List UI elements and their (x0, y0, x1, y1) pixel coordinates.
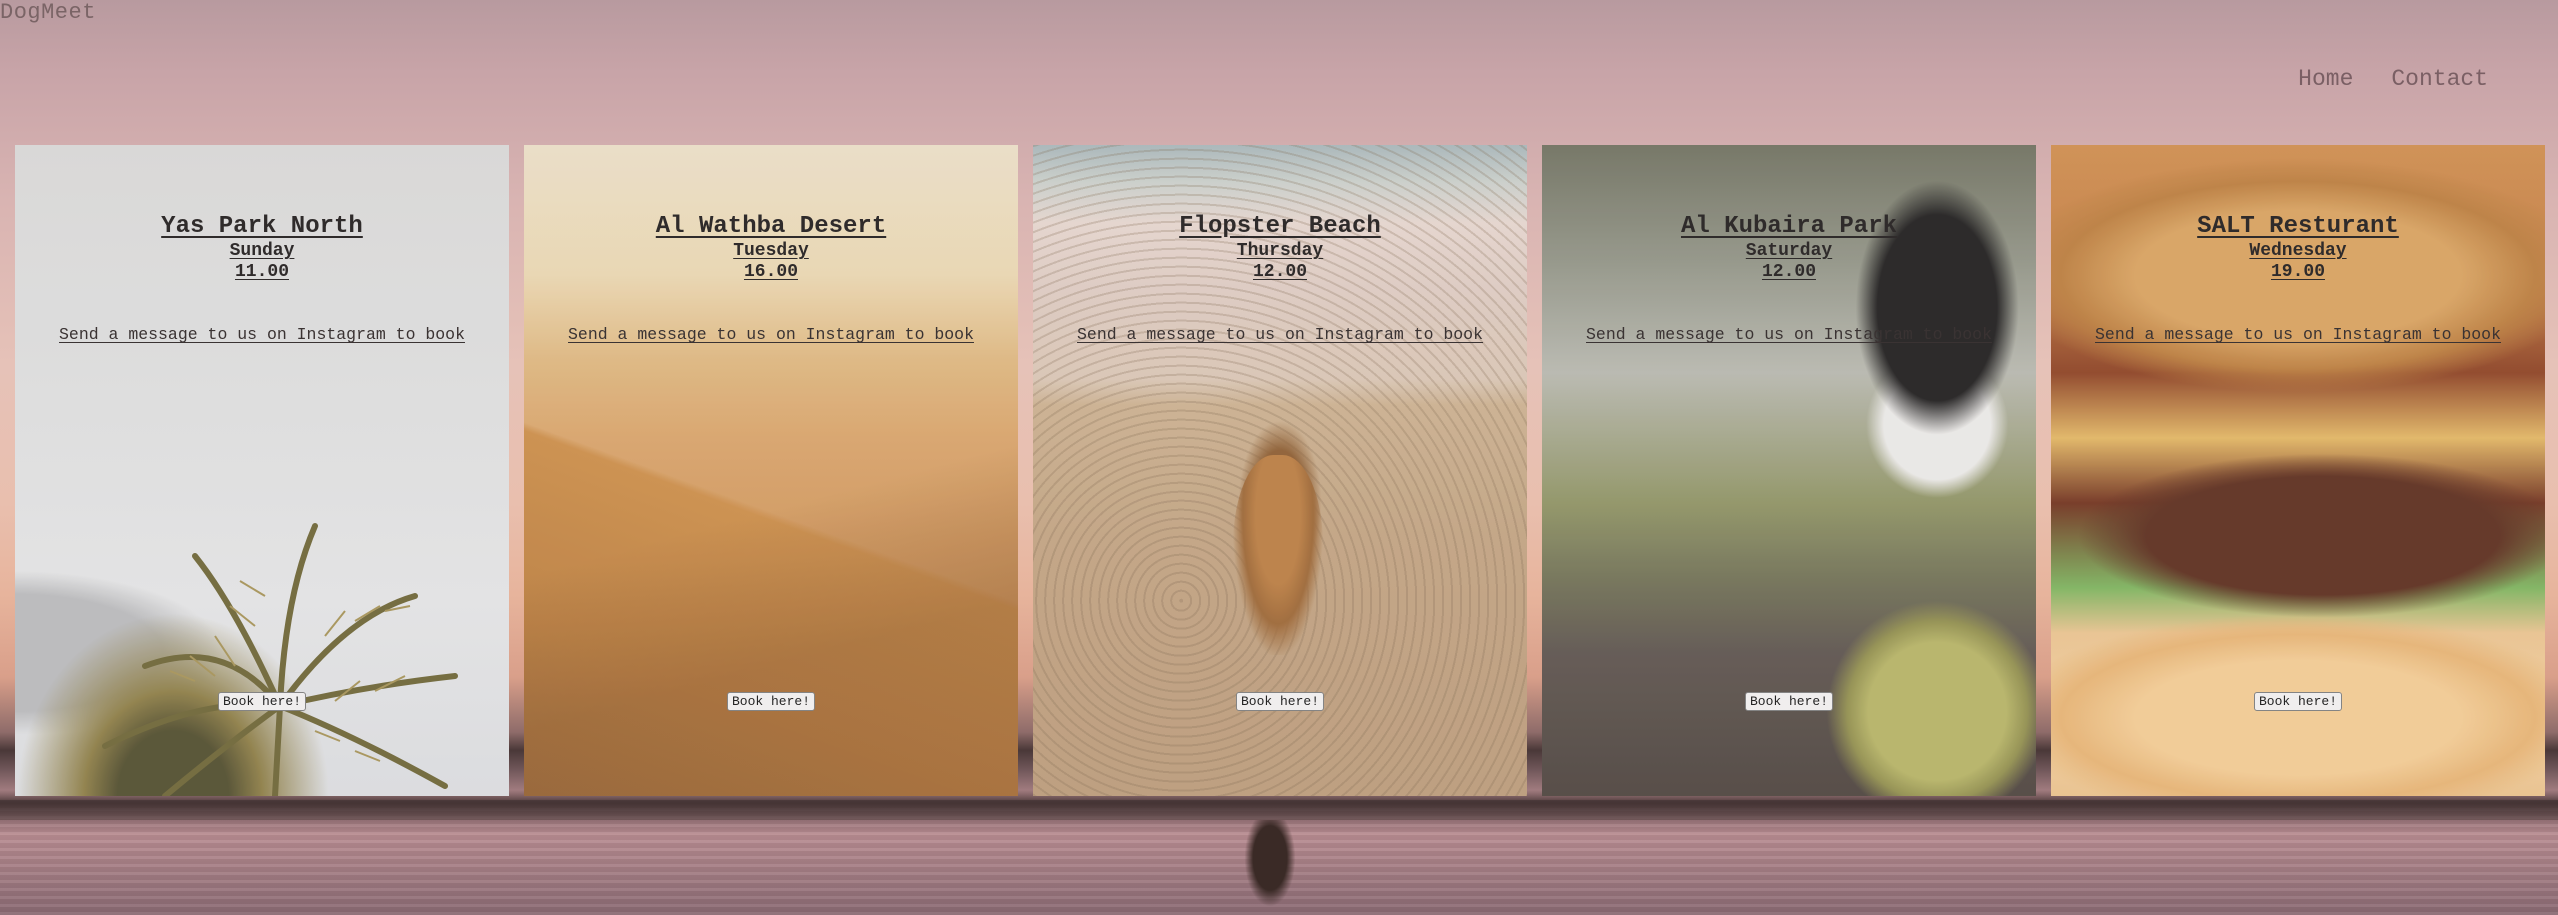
event-card-al-wathba-desert: Al Wathba Desert Tuesday 16.00 Send a me… (524, 145, 1018, 796)
card-title: SALT Resturant (2197, 213, 2399, 240)
palm-tree-icon (102, 523, 458, 796)
instagram-book-link[interactable]: Send a message to us on Instagram to boo… (1077, 325, 1483, 344)
card-day: Sunday (229, 241, 295, 261)
book-button[interactable]: Book here! (217, 692, 307, 711)
card-content: Flopster Beach Thursday 12.00 Send a mes… (1033, 145, 1527, 344)
card-day: Wednesday (2249, 241, 2347, 261)
event-card-yas-park-north: Yas Park North Sunday 11.00 Send a messa… (15, 145, 509, 796)
top-nav: Home Contact (2298, 66, 2488, 92)
card-day: Saturday (1745, 241, 1833, 261)
card-time: 12.00 (1761, 262, 1816, 282)
card-title: Yas Park North (161, 213, 363, 240)
book-button[interactable]: Book here! (2253, 692, 2343, 711)
card-title: Al Wathba Desert (655, 213, 887, 240)
card-day: Thursday (1236, 241, 1324, 261)
event-card-salt-resturant: SALT Resturant Wednesday 19.00 Send a me… (2051, 145, 2545, 796)
card-time: 16.00 (743, 262, 798, 282)
card-content: Al Wathba Desert Tuesday 16.00 Send a me… (524, 145, 1018, 344)
running-dog-image (1240, 820, 1300, 915)
instagram-book-link[interactable]: Send a message to us on Instagram to boo… (59, 325, 465, 344)
nav-contact-link[interactable]: Contact (2391, 66, 2488, 92)
card-title: Flopster Beach (1179, 213, 1381, 240)
brand-logo[interactable]: DogMeet (0, 0, 96, 25)
book-button[interactable]: Book here! (726, 692, 816, 711)
event-card-al-kubaira-park: Al Kubaira Park Saturday 12.00 Send a me… (1542, 145, 2036, 796)
event-card-flopster-beach: Flopster Beach Thursday 12.00 Send a mes… (1033, 145, 1527, 796)
event-cards: Yas Park North Sunday 11.00 Send a messa… (15, 145, 2545, 796)
instagram-book-link[interactable]: Send a message to us on Instagram to boo… (568, 325, 974, 344)
card-content: SALT Resturant Wednesday 19.00 Send a me… (2051, 145, 2545, 344)
card-time: 12.00 (1252, 262, 1307, 282)
instagram-book-link[interactable]: Send a message to us on Instagram to boo… (2095, 325, 2501, 344)
card-day: Tuesday (733, 241, 809, 261)
card-title: Al Kubaira Park (1680, 213, 1898, 240)
book-button[interactable]: Book here! (1235, 692, 1325, 711)
book-button[interactable]: Book here! (1744, 692, 1834, 711)
card-time: 11.00 (234, 262, 289, 282)
card-content: Al Kubaira Park Saturday 12.00 Send a me… (1542, 145, 2036, 344)
nav-home-link[interactable]: Home (2298, 66, 2353, 92)
card-time: 19.00 (2270, 262, 2325, 282)
dog-icon (1233, 455, 1323, 655)
card-content: Yas Park North Sunday 11.00 Send a messa… (15, 145, 509, 344)
instagram-book-link[interactable]: Send a message to us on Instagram to boo… (1586, 325, 1992, 344)
